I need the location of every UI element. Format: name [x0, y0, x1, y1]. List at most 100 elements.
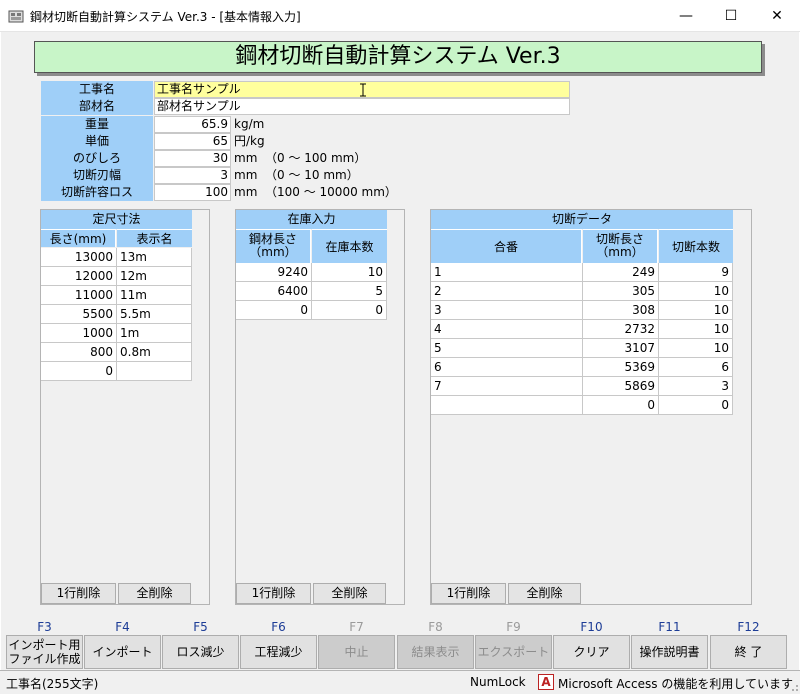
cut-data-panel: 切断データ 合番 切断長さ （mm） 切断本数 1 249 9 2 305 10…: [430, 209, 752, 605]
import-button[interactable]: インポート: [84, 635, 161, 669]
cut-length-cell[interactable]: 2732: [583, 320, 659, 339]
cut-count-cell[interactable]: 10: [659, 339, 733, 358]
delete-row-button[interactable]: 1行削除: [431, 583, 506, 604]
length-cell[interactable]: 0: [41, 362, 117, 381]
field-label: 工事名: [41, 81, 153, 98]
match-number-cell[interactable]: 4: [431, 320, 583, 339]
standard-lengths-panel: 定尺寸法 長さ(mm) 表示名 13000 13m 12000 12m 1100…: [40, 209, 210, 605]
match-number-cell[interactable]: [431, 396, 583, 415]
field-label: 部材名: [41, 98, 153, 115]
manual-button[interactable]: 操作説明書: [631, 635, 708, 669]
fkey-label: F6: [271, 620, 286, 634]
status-bar: 工事名(255文字) NumLock A Microsoft Access の機…: [0, 670, 800, 694]
field-label: 単価: [41, 133, 153, 150]
cut-count-cell[interactable]: 10: [659, 320, 733, 339]
exit-button[interactable]: 終 了: [710, 635, 787, 669]
steel-length-cell[interactable]: 6400: [236, 282, 312, 301]
field-label: 切断刃幅: [41, 167, 153, 184]
stock-count-cell[interactable]: 5: [312, 282, 387, 301]
match-number-cell[interactable]: 7: [431, 377, 583, 396]
member-name-input[interactable]: 部材名サンプル: [154, 98, 570, 115]
length-cell[interactable]: 12000: [41, 267, 117, 286]
close-button[interactable]: ✕: [754, 0, 800, 32]
cut-length-cell[interactable]: 3107: [583, 339, 659, 358]
weight-input[interactable]: 65.9: [154, 116, 231, 133]
stock-count-cell[interactable]: 0: [312, 301, 387, 320]
steel-length-cell[interactable]: 0: [236, 301, 312, 320]
display-name-cell[interactable]: 12m: [117, 267, 192, 286]
column-header: 表示名: [117, 229, 192, 247]
fkey-label: F8: [428, 620, 443, 634]
text-cursor-icon: [360, 83, 366, 97]
field-unit: mm （0 ～ 100 mm）: [234, 151, 367, 165]
length-cell[interactable]: 11000: [41, 286, 117, 305]
delete-all-button[interactable]: 全削除: [313, 583, 386, 604]
cut-length-cell[interactable]: 305: [583, 282, 659, 301]
cut-count-cell[interactable]: 3: [659, 377, 733, 396]
match-number-cell[interactable]: 1: [431, 263, 583, 282]
display-name-cell[interactable]: 1m: [117, 324, 192, 343]
cut-count-cell[interactable]: 10: [659, 282, 733, 301]
show-results-button[interactable]: 結果表示: [397, 635, 474, 669]
cut-length-cell[interactable]: 308: [583, 301, 659, 320]
delete-all-button[interactable]: 全削除: [508, 583, 581, 604]
delete-row-button[interactable]: 1行削除: [41, 583, 116, 604]
delete-all-button[interactable]: 全削除: [118, 583, 191, 604]
field-unit: mm （100 ～ 10000 mm）: [234, 185, 397, 199]
fkey-label: F12: [737, 620, 760, 634]
app-banner: 鋼材切断自動計算システム Ver.3: [34, 41, 762, 73]
access-status-text: Microsoft Access の機能を利用しています: [558, 677, 793, 691]
reduce-loss-button[interactable]: ロス減少: [162, 635, 239, 669]
steel-length-cell[interactable]: 9240: [236, 263, 312, 282]
maximize-button[interactable]: ☐: [708, 0, 754, 32]
display-name-cell[interactable]: 13m: [117, 248, 192, 267]
display-name-cell[interactable]: 5.5m: [117, 305, 192, 324]
column-header: 長さ(mm): [41, 229, 116, 247]
resize-grip-icon[interactable]: [790, 671, 800, 695]
match-number-cell[interactable]: 2: [431, 282, 583, 301]
unit-price-input[interactable]: 65: [154, 133, 231, 150]
reduce-steps-button[interactable]: 工程減少: [240, 635, 317, 669]
stop-button[interactable]: 中止: [318, 635, 395, 669]
column-header: 合番: [431, 229, 582, 263]
length-cell[interactable]: 5500: [41, 305, 117, 324]
stock-count-cell[interactable]: 10: [312, 263, 387, 282]
field-unit: mm （0 ～ 10 mm）: [234, 168, 359, 182]
cut-count-cell[interactable]: 9: [659, 263, 733, 282]
cut-length-cell[interactable]: 5369: [583, 358, 659, 377]
create-import-file-button[interactable]: インポート用 ファイル作成: [6, 635, 83, 669]
panel-title: 在庫入力: [236, 210, 387, 229]
display-name-cell[interactable]: [117, 362, 192, 381]
clear-button[interactable]: クリア: [553, 635, 630, 669]
fkey-label: F10: [580, 620, 603, 634]
fkey-label: F4: [115, 620, 130, 634]
panel-title: 定尺寸法: [41, 210, 192, 229]
title-bar: 鋼材切断自動計算システム Ver.3 - [基本情報入力] — ☐ ✕: [0, 0, 800, 32]
display-name-cell[interactable]: 0.8m: [117, 343, 192, 362]
stock-panel: 在庫入力 鋼材長さ （mm） 在庫本数 9240 10 6400 5 0 0 1…: [235, 209, 405, 605]
cut-length-cell[interactable]: 5869: [583, 377, 659, 396]
export-button[interactable]: エクスポート: [475, 635, 552, 669]
cut-count-cell[interactable]: 0: [659, 396, 733, 415]
blade-width-input[interactable]: 3: [154, 167, 231, 184]
fkey-label: F7: [349, 620, 364, 634]
display-name-cell[interactable]: 11m: [117, 286, 192, 305]
status-text: 工事名(255文字): [6, 677, 99, 691]
allowance-input[interactable]: 30: [154, 150, 231, 167]
cut-length-cell[interactable]: 249: [583, 263, 659, 282]
length-cell[interactable]: 1000: [41, 324, 117, 343]
fkey-label: F3: [37, 620, 52, 634]
cut-count-cell[interactable]: 6: [659, 358, 733, 377]
match-number-cell[interactable]: 6: [431, 358, 583, 377]
match-number-cell[interactable]: 5: [431, 339, 583, 358]
match-number-cell[interactable]: 3: [431, 301, 583, 320]
cut-length-cell[interactable]: 0: [583, 396, 659, 415]
allowable-loss-input[interactable]: 100: [154, 184, 231, 201]
delete-row-button[interactable]: 1行削除: [236, 583, 311, 604]
fkey-label: F11: [658, 620, 681, 634]
length-cell[interactable]: 800: [41, 343, 117, 362]
length-cell[interactable]: 13000: [41, 248, 117, 267]
column-header: 切断長さ （mm）: [583, 229, 658, 263]
cut-count-cell[interactable]: 10: [659, 301, 733, 320]
minimize-button[interactable]: —: [663, 0, 709, 32]
